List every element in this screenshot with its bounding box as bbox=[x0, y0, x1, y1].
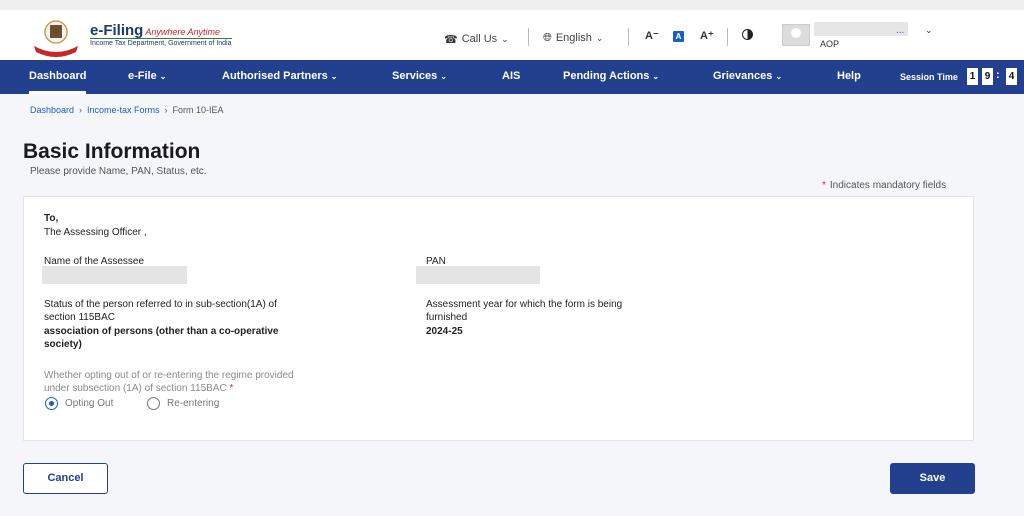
session-digit: 9 bbox=[982, 68, 993, 85]
globe-icon: 🌐︎ bbox=[543, 31, 552, 44]
chevron-right-icon: › bbox=[79, 105, 83, 115]
radio-re-entering[interactable]: Re-entering bbox=[147, 397, 219, 410]
chevron-down-icon: ⌄ bbox=[440, 72, 447, 81]
assessee-name-redacted bbox=[42, 266, 187, 284]
required-asterisk: * bbox=[229, 383, 234, 394]
font-decrease-button[interactable]: A⁻ bbox=[645, 29, 659, 42]
chevron-down-icon: ⌄ bbox=[775, 72, 783, 81]
divider bbox=[628, 28, 629, 46]
required-asterisk: * bbox=[822, 180, 826, 191]
radio-selected-icon bbox=[45, 397, 58, 410]
status-value: association of persons (other than a co-… bbox=[44, 326, 279, 350]
session-colon: : bbox=[996, 69, 1000, 81]
emblem-icon bbox=[34, 20, 78, 57]
radio-unselected-icon bbox=[147, 397, 160, 410]
session-digit: 4 bbox=[1006, 68, 1017, 85]
basic-information-card: To, The Assessing Officer , Name of the … bbox=[23, 196, 974, 441]
nav-services[interactable]: Services ⌄ bbox=[392, 60, 447, 94]
radio-opting-out-label: Opting Out bbox=[65, 398, 114, 409]
chevron-down-icon: ⌄ bbox=[330, 72, 338, 81]
call-us-menu[interactable]: ☎ Call Us ⌄ bbox=[444, 28, 509, 50]
breadcrumb-income-tax-forms[interactable]: Income-tax Forms bbox=[87, 105, 160, 115]
phone-icon: ☎ bbox=[444, 33, 458, 46]
chevron-down-icon[interactable]: ⌄ bbox=[925, 25, 933, 36]
chevron-down-icon: ⌄ bbox=[501, 33, 509, 44]
cancel-button[interactable]: Cancel bbox=[23, 463, 108, 494]
nav-help[interactable]: Help bbox=[837, 60, 861, 94]
contrast-icon[interactable] bbox=[742, 29, 753, 40]
breadcrumb-current: Form 10-IEA bbox=[172, 105, 224, 115]
page-subtitle: Please provide Name, PAN, Status, etc. bbox=[30, 166, 207, 177]
call-us-label: Call Us bbox=[461, 33, 498, 45]
nav-authorised-partners[interactable]: Authorised Partners ⌄ bbox=[222, 60, 337, 94]
chevron-down-icon: ⌄ bbox=[159, 72, 167, 81]
font-default-button[interactable]: A bbox=[673, 31, 684, 42]
nav-grievances[interactable]: Grievances ⌄ bbox=[713, 60, 782, 94]
username-ellipsis: ... bbox=[896, 25, 905, 36]
divider bbox=[528, 28, 529, 46]
assessment-year-value: 2024-25 bbox=[426, 326, 463, 337]
brand-subtitle: Income Tax Department, Government of Ind… bbox=[90, 38, 232, 47]
breadcrumb-dashboard[interactable]: Dashboard bbox=[30, 105, 74, 115]
divider bbox=[727, 28, 728, 46]
language-label: English bbox=[555, 32, 592, 44]
pan-redacted bbox=[416, 266, 540, 284]
assessment-year-label: Assessment year for which the form is be… bbox=[426, 299, 623, 323]
nav-efile[interactable]: e-File ⌄ bbox=[128, 60, 166, 94]
brand-tagline: Anywhere Anytime bbox=[145, 27, 221, 37]
page-title: Basic Information bbox=[23, 140, 201, 163]
brand-title: e-Filing Anywhere Anytime bbox=[90, 22, 221, 39]
to-value: The Assessing Officer , bbox=[44, 227, 147, 238]
to-label: To, bbox=[44, 213, 59, 224]
breadcrumb: Dashboard › Income-tax Forms › Form 10-IEA bbox=[30, 105, 224, 115]
status-label: Status of the person referred to in sub-… bbox=[44, 299, 277, 323]
chevron-right-icon: › bbox=[164, 105, 168, 115]
regime-question: Whether opting out of or re-entering the… bbox=[44, 370, 294, 394]
main-nav: Dashboard e-File ⌄ Authorised Partners ⌄ S… bbox=[0, 60, 1024, 94]
font-increase-button[interactable]: A⁺ bbox=[700, 29, 714, 42]
language-menu[interactable]: 🌐︎ English ⌄ bbox=[543, 27, 603, 49]
radio-opting-out[interactable]: Opting Out bbox=[45, 397, 113, 410]
nav-ais[interactable]: AIS bbox=[502, 60, 520, 94]
mandatory-note: * Indicates mandatory fields bbox=[822, 180, 947, 191]
chevron-down-icon: ⌄ bbox=[652, 72, 660, 81]
avatar[interactable] bbox=[782, 24, 810, 46]
save-button[interactable]: Save bbox=[890, 463, 975, 494]
chevron-down-icon: ⌄ bbox=[595, 32, 604, 43]
session-time-label: Session Time bbox=[900, 72, 958, 82]
nav-pending-actions[interactable]: Pending Actions ⌄ bbox=[563, 60, 659, 94]
nav-dashboard[interactable]: Dashboard bbox=[29, 60, 87, 94]
session-digit: 1 bbox=[967, 68, 978, 85]
radio-re-entering-label: Re-entering bbox=[167, 398, 220, 409]
username-redacted bbox=[814, 22, 908, 36]
user-type: AOP bbox=[820, 39, 840, 49]
